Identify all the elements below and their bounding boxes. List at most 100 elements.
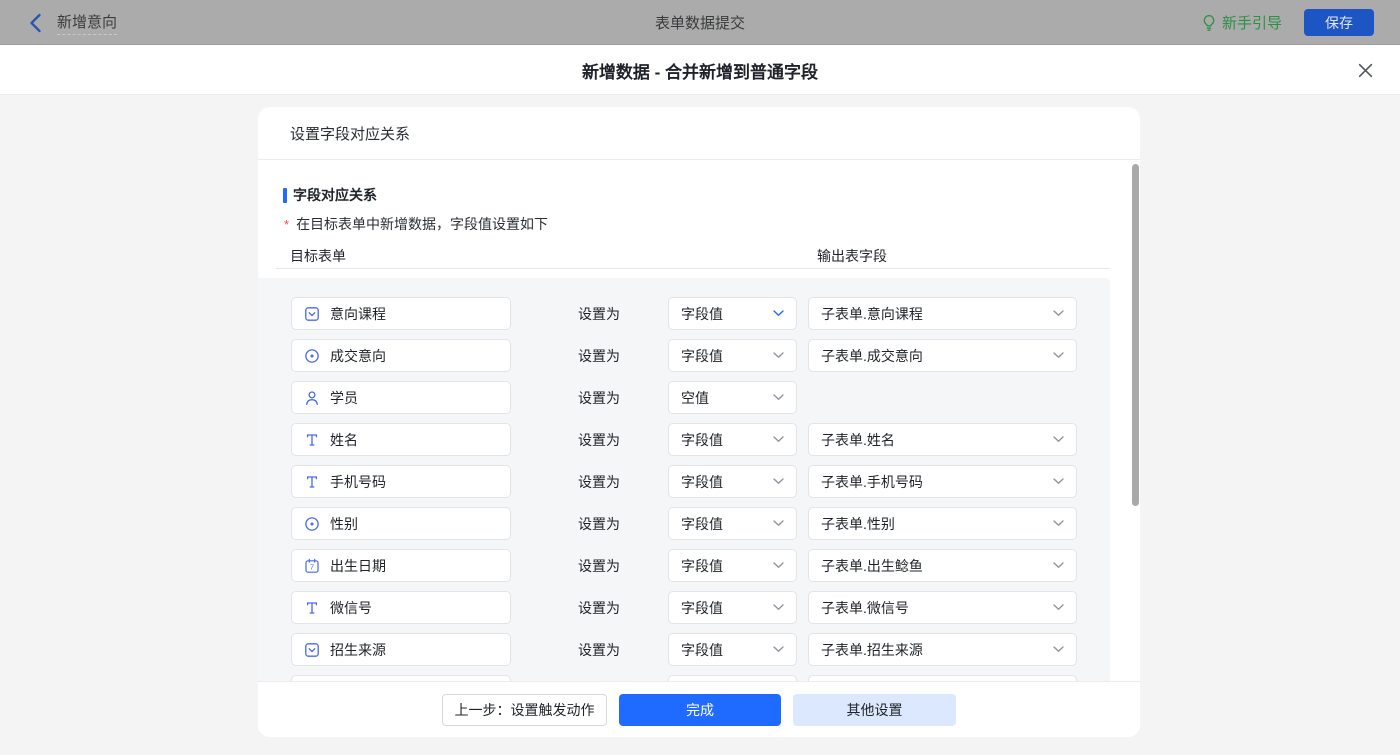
text-field-icon — [304, 432, 320, 448]
value-mode-selected: 字段值 — [681, 304, 723, 324]
guide-label: 新手引导 — [1222, 12, 1282, 33]
target-field-label: 学员 — [330, 388, 358, 408]
section-note: * 在目标表单中新增数据，字段值设置如下 — [284, 214, 548, 234]
panel-footer: 上一步：设置触发动作 完成 其他设置 — [258, 681, 1140, 737]
mapping-row: 性别设置为字段值子表单.性别 — [258, 507, 1140, 540]
radio-field-icon — [304, 516, 320, 532]
dialog-title: 新增数据 - 合并新增到普通字段 — [0, 45, 1400, 95]
output-field-select[interactable]: 子表单.招生来源 — [808, 633, 1077, 666]
save-button[interactable]: 保存 — [1304, 9, 1374, 36]
close-icon[interactable] — [1354, 59, 1376, 81]
set-as-label: 设置为 — [568, 556, 630, 576]
mapping-row: 学员 设置为 空值 — [258, 381, 1140, 414]
value-mode-selected: 字段值 — [681, 514, 723, 534]
value-mode-select[interactable]: 字段值 — [668, 507, 797, 540]
chevron-down-icon — [773, 436, 784, 443]
value-mode-selected: 字段值 — [681, 640, 723, 660]
output-field-selected: 子表单.出生鲶鱼 — [821, 556, 923, 576]
chevron-down-icon — [773, 352, 784, 359]
target-field-box: 学员 — [291, 381, 511, 414]
mapping-row: 意向课程 设置为 字段值 子表单.意向课程 — [258, 297, 1140, 330]
column-header-target-form: 目标表单 — [290, 246, 346, 266]
output-field-select[interactable]: 子表单.意向课程 — [808, 297, 1077, 330]
chevron-down-icon — [773, 646, 784, 653]
checkbox-field-icon — [304, 642, 320, 658]
output-field-selected: 子表单.意向课程 — [821, 304, 923, 324]
value-mode-select[interactable]: 字段值 — [668, 591, 797, 624]
section-accent-bar — [283, 188, 287, 203]
set-as-label: 设置为 — [568, 388, 630, 408]
set-as-label: 设置为 — [568, 640, 630, 660]
section-title: 字段对应关系 — [283, 185, 377, 205]
chevron-down-icon — [773, 310, 784, 317]
target-field-label: 出生日期 — [330, 556, 386, 576]
chevron-down-icon — [773, 562, 784, 569]
value-mode-select[interactable]: 字段值 — [668, 339, 797, 372]
target-field-box: 招生来源 — [291, 633, 511, 666]
note-text: 在目标表单中新增数据，字段值设置如下 — [296, 216, 548, 232]
required-asterisk: * — [284, 217, 289, 232]
chevron-down-icon — [1053, 310, 1064, 317]
set-as-label: 设置为 — [568, 430, 630, 450]
output-field-select[interactable]: 子表单.手机号码 — [808, 465, 1077, 498]
output-field-selected: 子表单.成交意向 — [821, 346, 923, 366]
column-header-output-field: 输出表字段 — [817, 246, 887, 266]
value-mode-select[interactable]: 字段值 — [668, 423, 797, 456]
value-mode-selected: 字段值 — [681, 430, 723, 450]
value-mode-select[interactable]: 字段值 — [668, 465, 797, 498]
target-field-box: 微信号 — [291, 591, 511, 624]
mapping-row: 手机号码设置为字段值子表单.手机号码 — [258, 465, 1140, 498]
done-button[interactable]: 完成 — [619, 694, 781, 726]
output-field-select[interactable]: 子表单.性别 — [808, 507, 1077, 540]
output-field-select[interactable]: 子表单.微信号 — [808, 591, 1077, 624]
chevron-down-icon — [1053, 646, 1064, 653]
target-field-box: 性别 — [291, 507, 511, 540]
value-mode-select[interactable]: 字段值 — [668, 549, 797, 582]
chevron-down-icon — [1053, 352, 1064, 359]
header-divider — [276, 268, 1110, 269]
value-mode-select[interactable]: 空值 — [668, 381, 797, 414]
scrollbar-thumb[interactable] — [1132, 164, 1139, 506]
chevron-down-icon — [1053, 562, 1064, 569]
other-settings-button[interactable]: 其他设置 — [793, 694, 956, 726]
value-mode-selected: 字段值 — [681, 598, 723, 618]
text-field-icon — [304, 600, 320, 616]
value-mode-select[interactable]: 字段值 — [668, 297, 797, 330]
svg-text:7: 7 — [310, 562, 314, 571]
set-as-label: 设置为 — [568, 598, 630, 618]
target-field-label: 意向课程 — [330, 304, 386, 324]
set-as-label: 设置为 — [568, 346, 630, 366]
output-field-select[interactable]: 子表单.出生鲶鱼 — [808, 549, 1077, 582]
value-mode-select[interactable]: 字段值 — [668, 633, 797, 666]
person-field-icon — [304, 390, 320, 406]
set-as-label: 设置为 — [568, 304, 630, 324]
chevron-down-icon — [773, 604, 784, 611]
mapping-row: 7 出生日期 设置为 字段值 子表单.出生鲶鱼 — [258, 549, 1140, 582]
topbar: 新增意向 表单数据提交 新手引导 保存 — [0, 0, 1400, 45]
panel-header: 设置字段对应关系 — [258, 107, 1140, 160]
output-field-selected: 子表单.手机号码 — [821, 472, 923, 492]
chevron-down-icon — [1053, 520, 1064, 527]
chevron-down-icon — [773, 478, 784, 485]
chevron-down-icon — [773, 520, 784, 527]
page-title: 表单数据提交 — [0, 0, 1400, 45]
checkbox-field-icon — [304, 306, 320, 322]
previous-step-button[interactable]: 上一步：设置触发动作 — [442, 694, 607, 726]
output-field-select[interactable]: 子表单.姓名 — [808, 423, 1077, 456]
chevron-down-icon — [773, 394, 784, 401]
mapping-row: 成交意向 设置为 字段值 子表单.成交意向 — [258, 339, 1140, 372]
beginner-guide-link[interactable]: 新手引导 — [1201, 12, 1282, 33]
target-field-label: 成交意向 — [330, 346, 386, 366]
output-field-select[interactable]: 子表单.成交意向 — [808, 339, 1077, 372]
chevron-down-icon — [1053, 436, 1064, 443]
value-mode-selected: 空值 — [681, 388, 709, 408]
mapping-row: 招生来源 设置为 字段值 子表单.招生来源 — [258, 633, 1140, 666]
target-field-label: 招生来源 — [330, 640, 386, 660]
chevron-down-icon — [1053, 604, 1064, 611]
lightbulb-icon — [1201, 14, 1217, 32]
text-field-icon — [304, 474, 320, 490]
target-field-box: 姓名 — [291, 423, 511, 456]
chevron-down-icon — [1053, 478, 1064, 485]
mapping-row: 微信号 设置为 字段值 子表单.微信号 — [258, 591, 1140, 624]
target-field-box: 成交意向 — [291, 339, 511, 372]
